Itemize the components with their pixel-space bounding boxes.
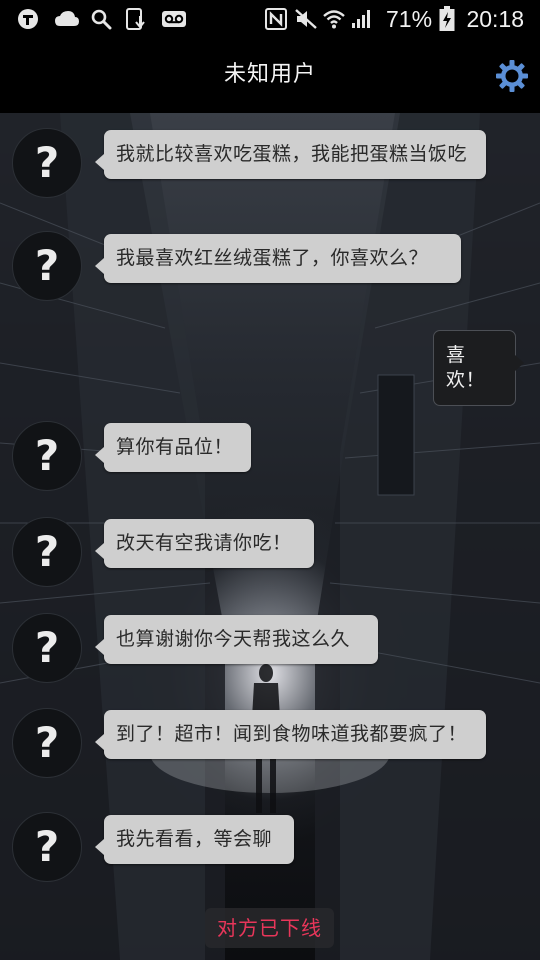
question-mark-icon: ? <box>34 527 60 576</box>
page-title: 未知用户 <box>223 62 316 87</box>
nfc-icon <box>264 6 288 32</box>
wifi-icon <box>322 6 346 32</box>
message-bubble-incoming[interactable]: 到了！超市！闻到食物味道我都要疯了！ <box>95 710 486 759</box>
settings-button[interactable] <box>494 58 530 94</box>
voicemail-icon <box>160 6 188 32</box>
battery-charging-icon <box>437 6 457 32</box>
message-bubble-incoming[interactable]: 我先看看，等会聊 <box>95 815 294 864</box>
question-mark-icon: ? <box>34 138 60 187</box>
contact-avatar[interactable]: ? <box>12 421 82 491</box>
question-mark-icon: ? <box>34 431 60 480</box>
contact-avatar[interactable]: ? <box>12 613 82 683</box>
question-mark-icon: ? <box>34 718 60 767</box>
download-icon <box>124 6 148 32</box>
cloud-icon <box>54 6 80 32</box>
chat-area[interactable]: ? 我就比较喜欢吃蛋糕，我能把蛋糕当饭吃 ? 我最喜欢红丝绒蛋糕了，你喜欢么？ … <box>0 113 540 960</box>
message-bubble-incoming[interactable]: 我就比较喜欢吃蛋糕，我能把蛋糕当饭吃 <box>95 130 486 179</box>
phone-screen: 71% 20:18 未知用户 ? 我就比较喜欢吃蛋糕，我能把蛋糕当饭吃 ? 我最… <box>0 0 540 960</box>
message-bubble-outgoing[interactable]: 喜欢！ <box>433 330 524 406</box>
message-bubble-incoming[interactable]: 也算谢谢你今天帮我这么久 <box>95 615 378 664</box>
status-bar: 71% 20:18 <box>0 0 540 38</box>
contact-avatar[interactable]: ? <box>12 128 82 198</box>
gear-icon[interactable] <box>494 58 530 94</box>
notification-app-icon <box>16 6 40 32</box>
question-mark-icon: ? <box>34 241 60 290</box>
search-icon <box>90 6 112 32</box>
battery-percent: 71% <box>386 6 433 32</box>
mute-icon <box>294 6 318 32</box>
app-bar: 未知用户 <box>0 38 540 113</box>
contact-avatar[interactable]: ? <box>12 517 82 587</box>
contact-avatar[interactable]: ? <box>12 231 82 301</box>
message-bubble-incoming[interactable]: 改天有空我请你吃！ <box>95 519 314 568</box>
question-mark-icon: ? <box>34 822 60 871</box>
signal-icon <box>350 6 374 32</box>
contact-avatar[interactable]: ? <box>12 708 82 778</box>
clock: 20:18 <box>466 6 524 32</box>
offline-status-notice: 对方已下线 <box>205 908 334 948</box>
contact-avatar[interactable]: ? <box>12 812 82 882</box>
message-bubble-incoming[interactable]: 我最喜欢红丝绒蛋糕了，你喜欢么？ <box>95 234 461 283</box>
message-bubble-incoming[interactable]: 算你有品位！ <box>95 423 251 472</box>
question-mark-icon: ? <box>34 623 60 672</box>
